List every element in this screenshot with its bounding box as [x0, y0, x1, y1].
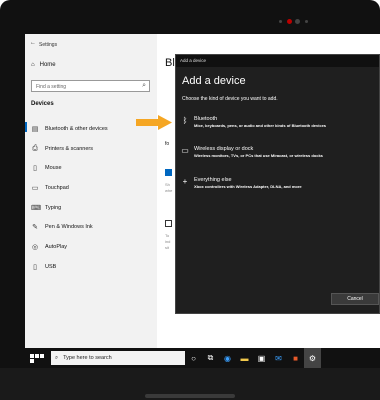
- pointer-arrow-icon: [136, 115, 172, 130]
- sidebar-item-label: Touchpad: [45, 185, 69, 191]
- plus-icon: +: [182, 177, 188, 186]
- bluetooth-devices-icon: ▤: [31, 126, 39, 133]
- search-icon: ⌕: [55, 354, 59, 361]
- option-title: Wireless display or dock: [194, 146, 254, 152]
- home-label: Home: [39, 62, 56, 68]
- store-icon[interactable]: ▣: [253, 348, 270, 368]
- sidebar-item-touchpad[interactable]: ▭ Touchpad: [31, 184, 69, 192]
- home-icon: ⌂: [31, 62, 35, 68]
- sidebar-item-label: Bluetooth & other devices: [45, 126, 108, 132]
- option-title: Everything else: [194, 177, 232, 183]
- section-peek: fo: [165, 141, 170, 147]
- monitor-icon: ▭: [181, 146, 189, 155]
- dialog-title-bar: Add a device: [176, 55, 379, 67]
- dialog-heading: Add a device: [182, 75, 246, 87]
- option-wireless-display[interactable]: ▭ Wireless display or dock Wireless moni…: [180, 146, 376, 158]
- pen-icon: ✎: [32, 224, 38, 231]
- mouse-icon: ▯: [33, 165, 37, 172]
- window-title: Settings: [39, 42, 58, 48]
- screen: ← Settings ⌂ Home Find a setting ⌕ Devic…: [25, 34, 380, 368]
- search-icon: ⌕: [142, 82, 146, 89]
- unchecked-checkbox[interactable]: [165, 220, 172, 227]
- taskbar: ⌕ Type here to search ○ ⧉ ◉ ▬ ▣ ✉ ■ ⚙: [25, 348, 380, 368]
- sidebar-item-printers[interactable]: ⎙ Printers & scanners: [31, 145, 93, 153]
- option-title: Bluetooth: [194, 116, 218, 122]
- printer-icon: ⎙: [32, 145, 38, 152]
- sidebar-item-autoplay[interactable]: ◎ AutoPlay: [31, 243, 67, 251]
- windows-start-icon[interactable]: [30, 353, 44, 363]
- settings-search-input[interactable]: Find a setting ⌕: [31, 80, 150, 92]
- sidebar-item-label: Printers & scanners: [45, 146, 93, 152]
- add-device-dialog: Add a device Add a device Choose the kin…: [175, 54, 380, 314]
- section-heading: Devices: [31, 101, 54, 107]
- laptop-base: [0, 368, 380, 400]
- task-view-icon[interactable]: ⧉: [202, 348, 219, 368]
- laptop-bezel: ← Settings ⌂ Home Find a setting ⌕ Devic…: [0, 0, 380, 400]
- settings-sidebar: ← Settings ⌂ Home Find a setting ⌕ Devic…: [25, 34, 157, 348]
- edge-icon[interactable]: ◉: [219, 348, 236, 368]
- back-arrow-icon[interactable]: ←: [30, 40, 36, 46]
- checked-checkbox[interactable]: [165, 169, 172, 176]
- sidebar-item-label: Pen & Windows Ink: [45, 224, 93, 230]
- sidebar-item-label: AutoPlay: [45, 244, 68, 250]
- sidebar-item-label: Mouse: [45, 165, 62, 171]
- file-explorer-icon[interactable]: ▬: [236, 348, 253, 368]
- sidebar-item-pen[interactable]: ✎ Pen & Windows Ink: [31, 223, 93, 231]
- sidebar-item-mouse[interactable]: ▯ Mouse: [31, 164, 62, 172]
- option-desc: Xbox controllers with Wireless Adapter, …: [194, 184, 302, 189]
- touchpad-icon: ▭: [31, 185, 39, 192]
- dialog-bar-title: Add a device: [180, 58, 207, 63]
- keyboard-icon: ⌨: [31, 205, 42, 212]
- sidebar-item-label: USB: [45, 264, 57, 270]
- option-desc: Wireless monitors, TVs, or PCs that use …: [194, 153, 323, 158]
- taskbar-search-input[interactable]: ⌕ Type here to search: [51, 351, 185, 365]
- option-everything-else[interactable]: + Everything else Xbox controllers with …: [180, 177, 376, 189]
- checkbox-text-peek: Sh whe: [165, 182, 173, 193]
- cortana-icon[interactable]: ○: [185, 348, 202, 368]
- sidebar-item-usb[interactable]: ▯ USB: [31, 263, 56, 271]
- dialog-subtitle: Choose the kind of device you want to ad…: [182, 96, 278, 102]
- office-icon[interactable]: ■: [287, 348, 304, 368]
- cancel-button[interactable]: Cancel: [331, 293, 379, 305]
- taskbar-search-placeholder: Type here to search: [63, 355, 112, 361]
- option-desc: Mice, keyboards, pens, or audio and othe…: [194, 123, 327, 128]
- sidebar-item-label: Typing: [45, 205, 62, 211]
- sidebar-item-typing[interactable]: ⌨ Typing: [31, 204, 61, 212]
- bluetooth-icon: ᛒ: [182, 116, 188, 125]
- search-placeholder: Find a setting: [36, 84, 67, 90]
- settings-window: ← Settings ⌂ Home Find a setting ⌕ Devic…: [25, 34, 380, 348]
- mail-icon[interactable]: ✉: [270, 348, 287, 368]
- page-title: Bl: [165, 57, 175, 69]
- webcam-icon: [279, 17, 319, 27]
- home-link[interactable]: ⌂ Home: [31, 62, 56, 68]
- checkbox-text-peek: To ind sit: [165, 233, 171, 250]
- settings-gear-icon[interactable]: ⚙: [304, 348, 321, 368]
- autoplay-icon: ◎: [31, 244, 39, 251]
- option-bluetooth[interactable]: ᛒ Bluetooth Mice, keyboards, pens, or au…: [180, 116, 376, 128]
- usb-icon: ▯: [33, 264, 37, 271]
- sidebar-item-bluetooth[interactable]: ▤ Bluetooth & other devices: [25, 122, 108, 133]
